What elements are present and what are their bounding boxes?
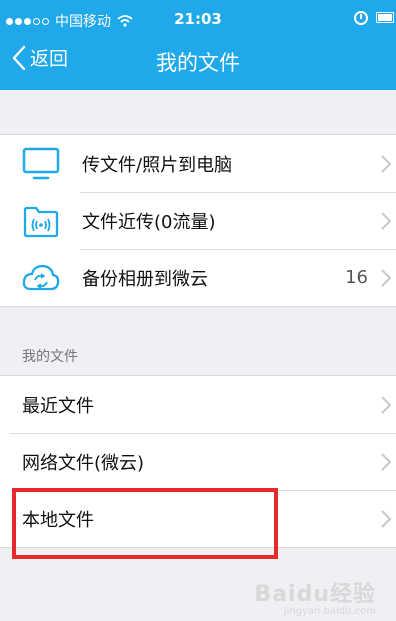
monitor-icon — [21, 144, 61, 184]
wireless-folder-icon — [21, 201, 61, 241]
watermark-logo: Baidu经验 — [254, 582, 376, 607]
cloud-sync-icon — [21, 258, 61, 298]
chevron-right-icon — [381, 154, 392, 173]
list-item-label: 网络文件(微云) — [22, 452, 145, 474]
watermark: Baidu经验 jingyan.baidu.com — [254, 576, 376, 617]
page-title: 我的文件 — [156, 51, 240, 75]
battery-icon — [376, 12, 394, 23]
status-time: 21:03 — [174, 10, 222, 28]
list-item-recent-files[interactable]: 最近文件 — [0, 376, 396, 433]
list-item-nearby-transfer[interactable]: 文件近传(0流量) — [0, 192, 396, 249]
list-item-label: 传文件/照片到电脑 — [82, 154, 233, 176]
chevron-right-icon — [381, 268, 392, 287]
list-item-label: 最近文件 — [22, 395, 94, 417]
highlight-box — [12, 488, 278, 559]
status-bar: 中国移动 21:03 — [0, 0, 396, 38]
transfer-actions-list: 传文件/照片到电脑 文件近传(0流量) 备份相册到微云 16 — [0, 134, 396, 307]
list-item-label: 备份相册到微云 — [82, 268, 208, 290]
nav-bar: 返回 我的文件 — [0, 38, 396, 88]
list-item-transfer-to-pc[interactable]: 传文件/照片到电脑 — [0, 135, 396, 192]
chevron-right-icon — [381, 211, 392, 230]
list-item-cloud-files[interactable]: 网络文件(微云) — [0, 433, 396, 490]
app-header: 中国移动 21:03 返回 我的文件 — [0, 0, 396, 90]
alarm-icon — [354, 11, 368, 25]
list-item-backup-album[interactable]: 备份相册到微云 16 — [0, 249, 396, 306]
section-title: 我的文件 — [22, 349, 78, 365]
list-item-label: 文件近传(0流量) — [82, 211, 216, 233]
chevron-right-icon — [381, 395, 392, 414]
chevron-right-icon — [381, 509, 392, 528]
photo-count-badge: 16 — [345, 267, 368, 288]
chevron-right-icon — [381, 452, 392, 471]
